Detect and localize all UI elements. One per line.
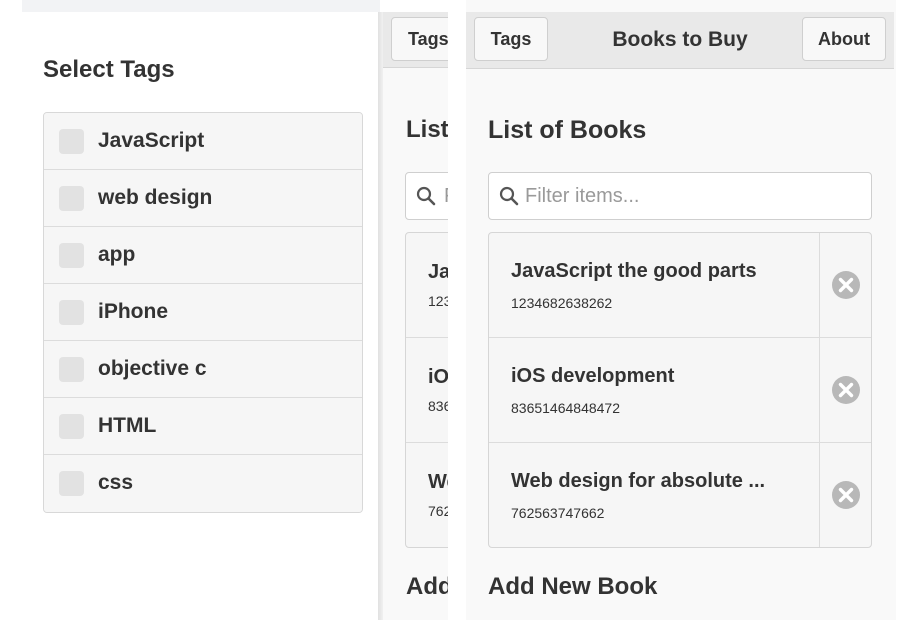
tag-label: objective c	[98, 357, 207, 380]
list-title: List of Books	[488, 116, 647, 144]
main-content: Tags Books to Buy About List of Books Ja…	[466, 12, 894, 620]
delete-icon	[832, 271, 860, 299]
delete-icon	[832, 376, 860, 404]
tag-item-web-design[interactable]: web design	[44, 170, 362, 227]
delete-book-button[interactable]	[819, 443, 871, 547]
book-isbn: 1234682638262	[511, 295, 613, 311]
tags-panel-title: Select Tags	[43, 56, 175, 83]
tag-checkbox[interactable]	[59, 300, 84, 325]
tag-item-objective-c[interactable]: objective c	[44, 341, 362, 398]
middle-list-title: List of Books	[406, 116, 453, 143]
add-book-title: Add New Book	[488, 573, 658, 600]
middle-filter-box[interactable]: Filter items...	[405, 172, 453, 220]
tag-label: app	[98, 243, 136, 266]
about-button[interactable]: About	[802, 17, 886, 61]
filter-box	[488, 172, 872, 220]
book-isbn: 762563747662	[511, 505, 605, 521]
tag-label: web design	[98, 186, 213, 209]
tags-panel-topbar	[22, 0, 380, 12]
tag-list: JavaScript web design app iPhone objecti…	[43, 112, 363, 513]
delete-book-button[interactable]	[819, 233, 871, 337]
book-item[interactable]: Web design for absolute ... 762563747662	[489, 443, 819, 547]
delete-book-button[interactable]	[819, 338, 871, 442]
middle-panel-header: Tags	[383, 12, 453, 68]
tags-panel: Select Tags JavaScript web design app iP…	[0, 0, 380, 620]
book-row: iOS development 83651464848472	[489, 338, 871, 443]
book-row: JavaScript the good parts 1234682638262	[489, 233, 871, 338]
book-isbn: 83651464848472	[511, 400, 621, 416]
tag-label: JavaScript	[98, 129, 205, 152]
middle-add-title: Add New Book	[406, 573, 453, 600]
middle-tags-button[interactable]: Tags	[391, 17, 453, 61]
book-item[interactable]: JavaScript the good parts 1234682638262	[489, 233, 819, 337]
tag-item-app[interactable]: app	[44, 227, 362, 284]
middle-panel: Tags List of Books Filter items... JavaS…	[383, 12, 453, 620]
middle-book-row[interactable]: iOS development 83651464848472	[406, 338, 453, 443]
tag-label: iPhone	[98, 300, 169, 323]
tag-checkbox[interactable]	[59, 129, 84, 154]
book-item[interactable]: iOS development 83651464848472	[489, 338, 819, 442]
tag-item-javascript[interactable]: JavaScript	[44, 113, 362, 170]
search-icon	[416, 186, 436, 206]
tag-item-iphone[interactable]: iPhone	[44, 284, 362, 341]
tag-checkbox[interactable]	[59, 186, 84, 211]
middle-book-list: JavaScript the good parts 1234682638262 …	[405, 232, 453, 548]
tag-label: css	[98, 471, 134, 494]
middle-book-row[interactable]: JavaScript the good parts 1234682638262	[406, 233, 453, 338]
book-title: JavaScript the good parts	[511, 260, 757, 282]
tag-item-css[interactable]: css	[44, 455, 362, 512]
book-row: Web design for absolute ... 762563747662	[489, 443, 871, 547]
book-title: iOS development	[511, 365, 675, 387]
tag-label: HTML	[98, 414, 157, 437]
search-icon	[499, 186, 519, 206]
main-panel: Tags Books to Buy About List of Books Ja…	[448, 0, 896, 620]
delete-icon	[832, 481, 860, 509]
app-header: Tags Books to Buy About	[466, 12, 894, 69]
filter-input[interactable]	[525, 174, 865, 218]
tag-checkbox[interactable]	[59, 243, 84, 268]
tag-item-html[interactable]: HTML	[44, 398, 362, 455]
panel-gap	[448, 0, 466, 620]
middle-book-row[interactable]: Web design for absolute beginners 762563…	[406, 443, 453, 547]
book-list: JavaScript the good parts 1234682638262 …	[488, 232, 872, 548]
book-title: Web design for absolute ...	[511, 470, 766, 492]
tag-checkbox[interactable]	[59, 414, 84, 439]
tag-checkbox[interactable]	[59, 471, 84, 496]
tag-checkbox[interactable]	[59, 357, 84, 382]
